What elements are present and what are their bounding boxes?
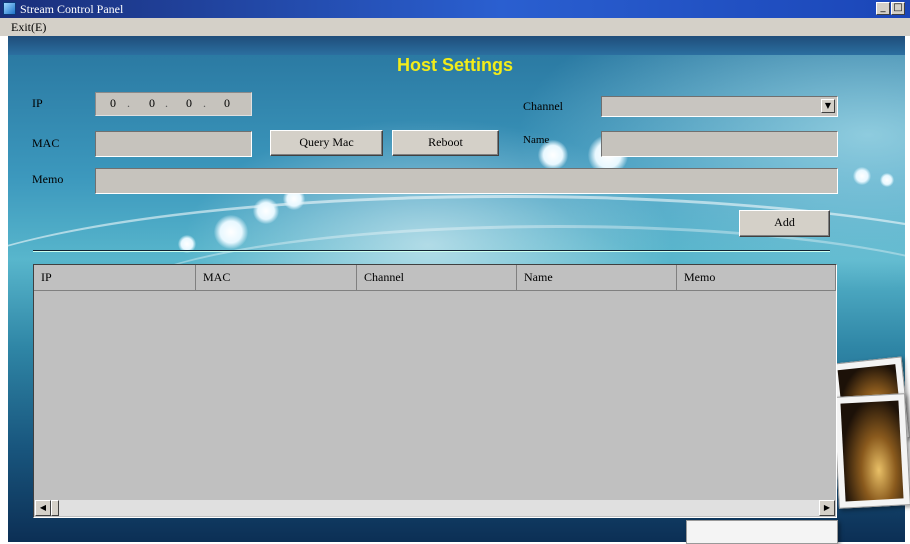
memo-label: Memo [32,172,64,186]
host-list-table[interactable]: IP MAC Channel Name Memo ◀ ▶ [33,264,837,518]
title-bar: Stream Control Panel _ □ [0,0,910,18]
memo-field[interactable] [95,168,838,194]
app-icon [3,2,16,15]
channel-dropdown[interactable]: ▼ [601,96,838,117]
ip-octet-2: 0 [149,96,155,110]
page-title: Host Settings [396,55,513,75]
ip-octet-4: 0 [224,96,230,110]
photo-frame-decoration [686,520,838,544]
ip-address-field[interactable]: 0 . 0 . 0 . 0 [95,92,252,116]
scroll-left-icon[interactable]: ◀ [35,500,51,516]
section-divider [33,250,830,252]
menu-exit[interactable]: Exit(E) [11,20,46,35]
minimize-button[interactable]: _ [876,2,890,15]
maximize-button[interactable]: □ [891,2,905,15]
channel-label: Channel [523,99,563,113]
photo-frame-decoration [833,393,910,509]
mac-label: MAC [32,136,60,150]
background-bubble [853,167,871,185]
column-header-channel[interactable]: Channel [357,265,517,291]
reboot-button[interactable]: Reboot [392,130,499,156]
ip-dot: . [127,96,130,110]
horizontal-scrollbar[interactable]: ◀ ▶ [35,500,835,516]
background-bubble [880,173,894,187]
name-label: Name [523,134,550,146]
column-header-name[interactable]: Name [517,265,677,291]
scroll-right-icon[interactable]: ▶ [819,500,835,516]
ip-octet-1: 0 [110,96,116,110]
background-bubble [214,215,248,249]
menu-bar: Exit(E) [0,18,910,36]
column-header-memo[interactable]: Memo [677,265,836,291]
window-title: Stream Control Panel [20,2,124,16]
query-mac-button[interactable]: Query Mac [270,130,383,156]
add-button[interactable]: Add [739,210,830,237]
column-header-ip[interactable]: IP [34,265,196,291]
scrollbar-thumb[interactable] [51,500,59,516]
chevron-down-icon[interactable]: ▼ [821,99,835,113]
ip-octet-3: 0 [186,96,192,110]
background-bubble [253,198,279,224]
background-top [8,36,905,55]
ip-label: IP [32,96,43,110]
ip-dot: . [165,96,168,110]
name-field[interactable] [601,131,838,157]
mac-field[interactable] [95,131,252,157]
ip-dot: . [203,96,206,110]
column-header-mac[interactable]: MAC [196,265,357,291]
